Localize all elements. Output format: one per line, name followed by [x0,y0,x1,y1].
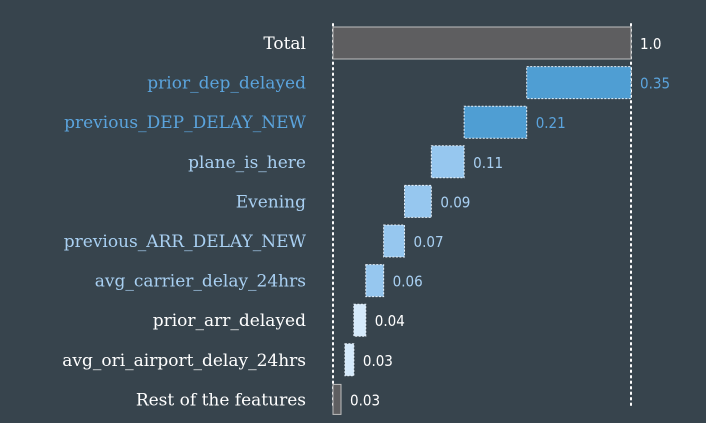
bar-evening [404,184,432,218]
value-label-rest-of-the-features: 0.03 [350,391,380,409]
bar-avg-carrier-delay-24hrs [365,264,385,298]
category-label-rest-of-the-features: Rest of the features [136,390,306,410]
category-label-previous-dep-delay-new: previous_DEP_DELAY_NEW [64,113,306,133]
value-label-evening: 0.09 [440,193,470,211]
category-label-prior-dep-delayed: prior_dep_delayed [147,74,306,94]
waterfall-chart: Total 1.0 prior_dep_delayed 0.35 previous_DE… [0,0,706,423]
value-label-previous-dep-delay-new: 0.21 [536,114,566,132]
bar-rest-of-the-features [332,383,342,415]
bar-previous-arr-delay-new [383,224,406,258]
bar-total [332,26,632,60]
category-label-evening: Evening [236,192,306,212]
value-label-avg-carrier-delay-24hrs: 0.06 [393,273,423,291]
bar-prior-dep-delayed [526,66,632,100]
value-label-avg-ori-airport-delay-24hrs: 0.03 [363,352,393,370]
value-label-total: 1.0 [640,35,661,53]
bar-prior-arr-delayed [353,303,367,337]
category-label-avg-ori-airport-delay-24hrs: avg_ori_airport_delay_24hrs [62,351,306,371]
value-label-plane-is-here: 0.11 [473,154,503,172]
category-label-prior-arr-delayed: prior_arr_delayed [153,311,306,331]
category-label-plane-is-here: plane_is_here [188,153,306,173]
bar-avg-ori-airport-delay-24hrs [344,343,355,377]
category-label-previous-arr-delay-new: previous_ARR_DELAY_NEW [64,232,307,252]
category-label-total: Total [263,34,306,54]
category-label-avg-carrier-delay-24hrs: avg_carrier_delay_24hrs [95,272,306,292]
value-label-prior-dep-delayed: 0.35 [640,75,670,93]
bar-previous-dep-delay-new [463,105,528,139]
value-label-previous-arr-delay-new: 0.07 [414,233,444,251]
chart-canvas: Total 1.0 prior_dep_delayed 0.35 previous_DE… [62,23,670,415]
value-label-prior-arr-delayed: 0.04 [375,312,405,330]
bar-plane-is-here [430,145,465,179]
